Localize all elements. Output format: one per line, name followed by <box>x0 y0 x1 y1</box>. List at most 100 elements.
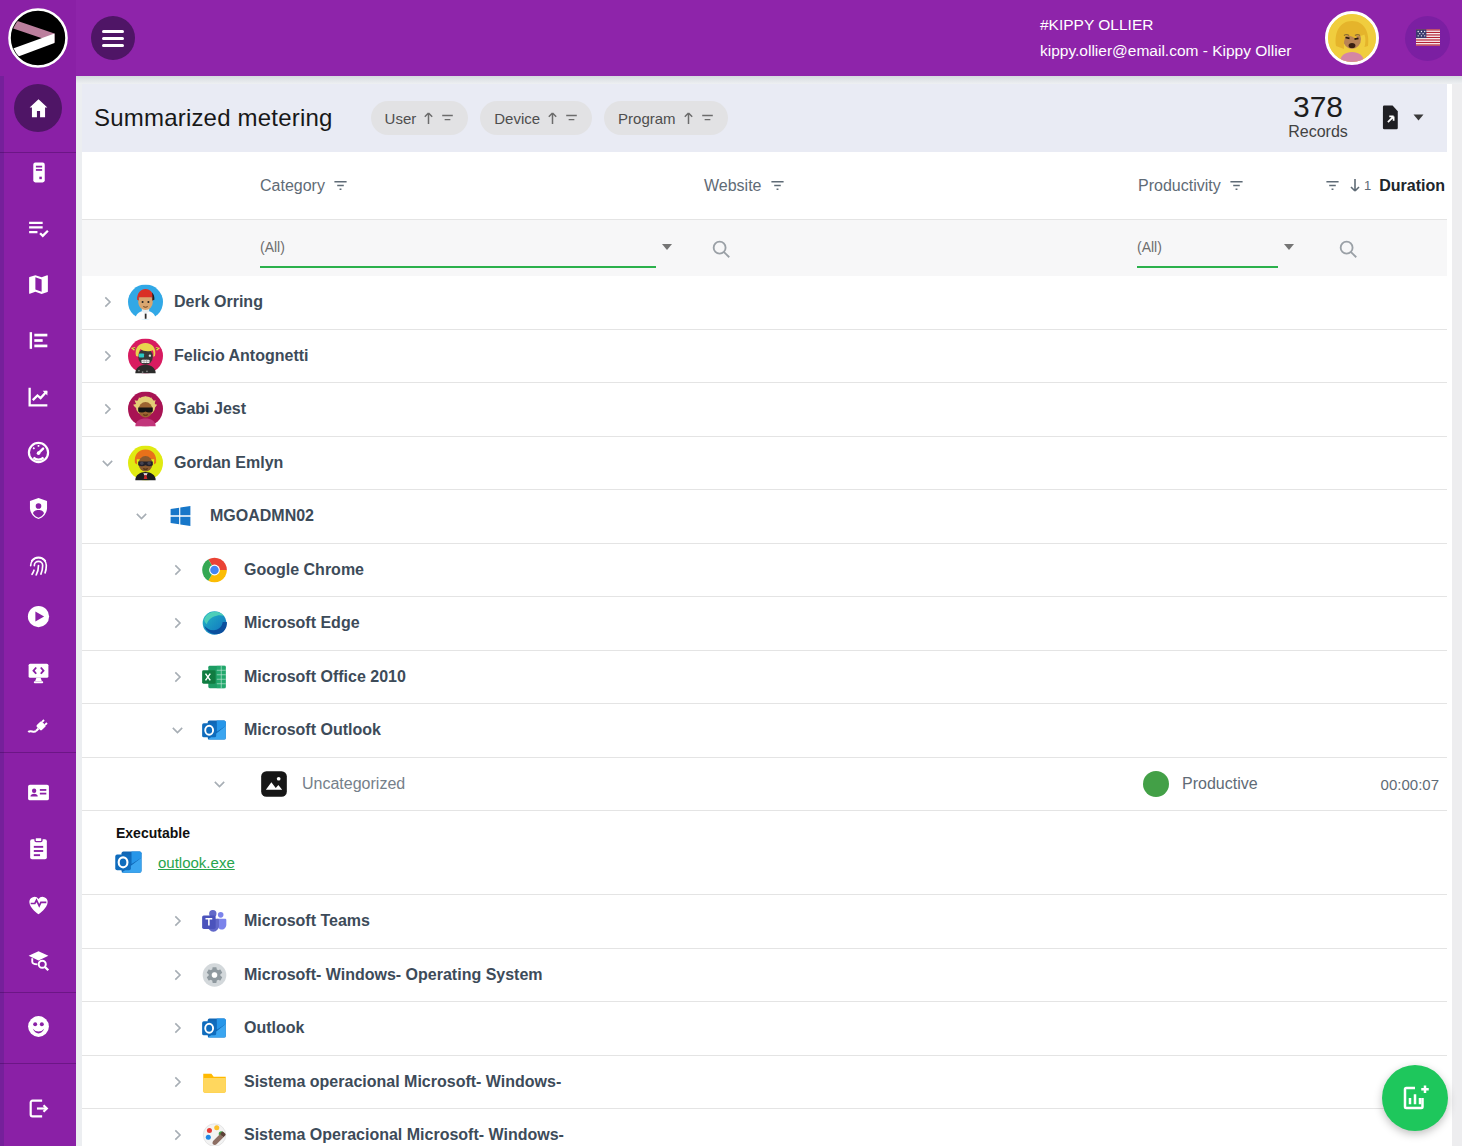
play-circle-icon <box>26 604 51 629</box>
chevron-down-icon[interactable] <box>134 509 149 524</box>
filter-icon[interactable] <box>333 177 348 195</box>
usb-cable-icon <box>26 716 51 741</box>
filter-value: (All) <box>1137 239 1162 255</box>
sidebar-item-usb-devices[interactable] <box>0 700 76 756</box>
group-chip-device[interactable]: Device <box>480 101 592 135</box>
language-button[interactable] <box>1405 16 1450 61</box>
group-chip-user[interactable]: User <box>371 101 469 135</box>
filter-icon[interactable] <box>1325 177 1340 195</box>
executable-link[interactable]: outlook.exe <box>158 854 235 871</box>
tree-row-level2[interactable]: Microsoft Edge <box>82 597 1447 651</box>
chevron-right-icon[interactable] <box>100 348 115 363</box>
sidebar-item-dashboard[interactable] <box>0 424 76 480</box>
sidebar-item-groups[interactable] <box>0 998 76 1054</box>
chevron-right-icon[interactable] <box>170 616 185 631</box>
chevron-right-icon[interactable] <box>100 295 115 310</box>
chevron-right-icon[interactable] <box>100 402 115 417</box>
sidebar-item-devices[interactable] <box>0 144 76 200</box>
export-menu-caret[interactable] <box>1413 114 1424 121</box>
tree-row-level0[interactable]: Gordan Emlyn <box>82 437 1447 491</box>
chevron-down-icon[interactable] <box>212 776 227 791</box>
tree-row-level2[interactable]: Microsoft- Windows- Operating System <box>82 949 1447 1003</box>
row-label: Microsoft Outlook <box>244 721 381 739</box>
tree-row-level2[interactable]: Microsoft Office 2010 <box>82 651 1447 705</box>
chevron-right-icon[interactable] <box>170 562 185 577</box>
row-label: Outlook <box>244 1019 304 1037</box>
sidebar-item-investigation[interactable] <box>0 932 76 988</box>
menu-button[interactable] <box>91 16 135 60</box>
palette-icon <box>201 1122 228 1146</box>
sidebar-item-reports[interactable] <box>0 312 76 368</box>
chevron-right-icon[interactable] <box>170 669 185 684</box>
gauge-icon <box>26 440 51 465</box>
sidebar-item-tasks[interactable] <box>0 820 76 876</box>
teams-icon <box>201 908 228 935</box>
sidebar-item-logout[interactable] <box>0 1080 76 1136</box>
sidebar-item-map[interactable] <box>0 256 76 312</box>
chevron-down-icon[interactable] <box>170 723 185 738</box>
sort-desc-icon <box>1348 178 1362 194</box>
export-button[interactable] <box>1378 104 1403 131</box>
filter-underline <box>260 266 656 268</box>
filter-row: (All) (All) <box>82 220 1447 276</box>
row-label: Sistema operacional Microsoft- Windows- <box>244 1073 561 1091</box>
chevron-right-icon[interactable] <box>170 1021 185 1036</box>
sidebar-item-analytics[interactable] <box>0 368 76 424</box>
windows-icon <box>168 504 193 529</box>
sidebar-item-admin[interactable] <box>0 480 76 536</box>
filter-icon <box>565 113 578 123</box>
productivity-search-button[interactable] <box>1337 238 1359 263</box>
column-category: Category <box>260 177 325 195</box>
group-chip-program[interactable]: Program <box>604 101 728 135</box>
sidebar-item-home[interactable] <box>0 80 76 136</box>
page-header: Summarized metering User Device Program … <box>82 84 1447 152</box>
filter-icon[interactable] <box>1229 177 1244 195</box>
sidebar-item-wellbeing[interactable] <box>0 876 76 932</box>
excel-icon <box>201 663 228 690</box>
user-avatar[interactable] <box>1325 11 1379 65</box>
kippy-avatar-icon <box>1328 14 1376 62</box>
tree-row-level3[interactable]: UncategorizedProductive 00:00:07 <box>82 758 1447 812</box>
tree-row-level2[interactable]: Sistema operacional Microsoft- Windows- <box>82 1056 1447 1110</box>
records-counter: 378 Records <box>1258 91 1378 142</box>
page-title: Summarized metering <box>94 104 333 132</box>
row-label: Uncategorized <box>302 775 405 793</box>
sidebar-item-remote-session[interactable] <box>0 644 76 700</box>
tree-row-level1[interactable]: MGOADMN02 <box>82 490 1447 544</box>
tree-row-level2[interactable]: Sistema Operacional Microsoft- Windows- <box>82 1109 1447 1146</box>
row-label: Derk Orring <box>174 293 263 311</box>
category-search-button[interactable] <box>710 238 732 263</box>
chevron-right-icon[interactable] <box>170 1074 185 1089</box>
duration-cell: 00:00:07 <box>1381 775 1439 792</box>
category-filter-select[interactable]: (All) <box>260 220 656 276</box>
tree-row-level2[interactable]: Google Chrome <box>82 544 1447 598</box>
chevron-down-icon[interactable] <box>100 455 115 470</box>
tree-row-level0[interactable]: Gabi Jest <box>82 383 1447 437</box>
sidebar-item-activity-log[interactable] <box>0 200 76 256</box>
sidebar-item-fingerprint[interactable] <box>0 536 76 592</box>
chevron-right-icon[interactable] <box>170 914 185 929</box>
scrollbar[interactable] <box>1452 84 1462 1146</box>
list-check-icon <box>26 216 51 241</box>
tree-row-level0[interactable]: Derk Orring <box>82 276 1447 330</box>
sidebar-item-recordings[interactable] <box>0 588 76 644</box>
chrome-icon <box>201 556 228 583</box>
tree-row-level2[interactable]: Microsoft Teams <box>82 895 1447 949</box>
image-icon <box>260 770 288 798</box>
tree-row-level0[interactable]: Felicio Antognetti <box>82 330 1447 384</box>
filter-icon[interactable] <box>770 177 785 195</box>
productivity-filter-select[interactable]: (All) <box>1137 220 1278 276</box>
chevron-right-icon[interactable] <box>170 967 185 982</box>
row-label: Gabi Jest <box>174 400 246 418</box>
avatar-gabi-icon <box>128 392 163 427</box>
tree-row-level2[interactable]: Outlook <box>82 1002 1447 1056</box>
sort-asc-icon <box>547 111 558 125</box>
row-label: Google Chrome <box>244 561 364 579</box>
home-icon <box>26 96 51 121</box>
app-logo-icon[interactable] <box>8 8 68 68</box>
sidebar-item-contacts[interactable] <box>0 764 76 820</box>
chevron-right-icon[interactable] <box>170 1128 185 1143</box>
tree-row-level2[interactable]: Microsoft Outlook <box>82 704 1447 758</box>
outlook-icon <box>201 1015 228 1042</box>
add-report-button[interactable] <box>1382 1065 1448 1131</box>
